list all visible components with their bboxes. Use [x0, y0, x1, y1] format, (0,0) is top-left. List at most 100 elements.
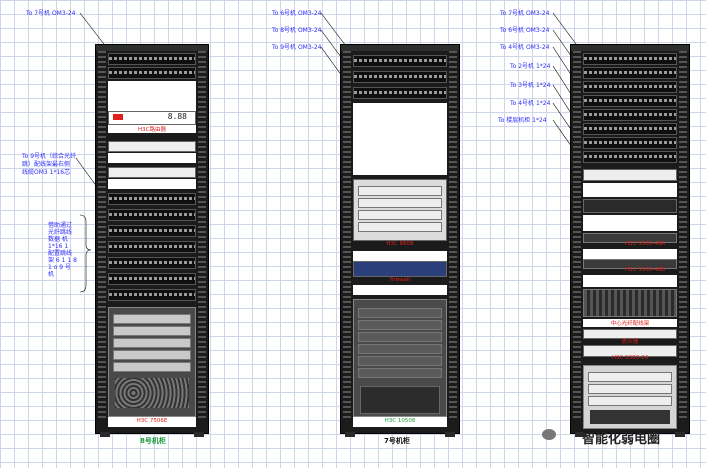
- rack-foot: [445, 432, 455, 437]
- line-card: [358, 308, 442, 318]
- side-note-line: 机: [48, 271, 55, 278]
- rack-right: H3C 5500-48A H3C 5500-48B 中心光纤配线架 防火墙 H3…: [570, 44, 690, 437]
- router-indicator: [113, 114, 123, 120]
- patch-panel: [108, 67, 196, 79]
- core-switch-chassis: [108, 307, 196, 417]
- label-r1-to4b: To 4号机 1*24: [510, 100, 551, 107]
- line-card: [358, 210, 442, 220]
- patch-panel: [353, 71, 447, 83]
- line-card: [588, 396, 672, 406]
- rack-rail: [198, 51, 206, 419]
- patch-panel: [353, 55, 447, 67]
- patch-panel: [108, 193, 196, 205]
- side-note-line: 光纤跳线: [48, 229, 73, 236]
- patch-panel: [108, 209, 196, 221]
- router-label: 防火墙: [621, 339, 639, 345]
- blank-panel: [108, 179, 196, 189]
- line-card: [113, 362, 191, 372]
- label-r1-to4: To 4号机 OM3-24: [500, 44, 550, 51]
- rack-foot: [194, 432, 204, 437]
- watermark-text: 智能化弱电圈: [582, 432, 661, 447]
- label-r7-to9: To 9号机 OM3-24: [272, 44, 322, 51]
- blank-panel: [583, 215, 677, 231]
- rack-rail: [343, 51, 351, 419]
- switch-6608-label: H3C 6608: [386, 241, 414, 247]
- line-card: [358, 320, 442, 330]
- chassis-device: [583, 365, 677, 429]
- line-card: [358, 344, 442, 354]
- switch-1u: [583, 169, 677, 181]
- label-r1-to6: To 6号机 OM3-24: [500, 27, 550, 34]
- switch-5300-label: H3C 5300-24: [611, 355, 649, 361]
- patch-panel: [108, 289, 196, 301]
- blank-panel: [583, 183, 677, 197]
- rack-7-caption: 7号机柜: [384, 437, 410, 445]
- rack-foot: [675, 432, 685, 437]
- blank-panel: [583, 275, 677, 287]
- line-card: [113, 314, 191, 324]
- line-card: [358, 198, 442, 208]
- switch-label: H3C 7506E: [136, 418, 168, 424]
- line-card: [358, 332, 442, 342]
- patch-panel: [353, 87, 447, 99]
- rack-top: [341, 45, 459, 51]
- line-card: [358, 368, 442, 378]
- rack-top: [571, 45, 689, 51]
- rack-rail: [679, 51, 687, 419]
- switch-6608: [353, 179, 447, 241]
- firewall-device: [353, 261, 447, 277]
- label-r8-to9-line3: 线缆OM3 1*16芯: [22, 169, 71, 176]
- server-device: [583, 199, 677, 213]
- router-device: 8.88: [108, 111, 196, 125]
- patch-panel: [108, 257, 196, 269]
- patch-panel: [583, 123, 677, 135]
- label-r8-to9-line2: 跳）配线架最右侧: [22, 161, 71, 168]
- switch-5500-48a-label: H3C 5500-48A: [625, 241, 665, 247]
- blank-panel: [353, 103, 447, 175]
- core-switch-10508: [353, 299, 447, 417]
- label-r7-to6: To 6号机 OM3-24: [272, 10, 322, 17]
- blank-panel: [108, 153, 196, 163]
- switch-10508-label: H3C 10508: [384, 418, 416, 424]
- switch-label-plate: H3C 7506E: [108, 417, 196, 427]
- router-display: 8.88: [167, 112, 187, 121]
- router-label: H3C路由器: [138, 127, 166, 133]
- switch-label-plate: H3C 10508: [353, 417, 447, 427]
- side-note-line: 1 o 9 号: [48, 264, 72, 271]
- blank-panel: [353, 285, 447, 295]
- patch-panel: [108, 273, 196, 285]
- line-card: [113, 338, 191, 348]
- wechat-icon: [542, 429, 556, 440]
- side-note-line: 数据 机: [48, 236, 68, 243]
- label-r1-to7: To 7号机 OM3-24: [500, 10, 550, 17]
- label-r7-to8: To 8号机 OM3-24: [272, 27, 322, 34]
- label-r1-to2: To 2号机 1*24: [510, 63, 551, 70]
- side-note-line: 架 6 1 1 8: [48, 257, 77, 264]
- rack-foot: [345, 432, 355, 437]
- patch-panel: [583, 151, 677, 163]
- patch-panel: [583, 109, 677, 121]
- side-note: 借助通过 光纤跳线 数据 机 1*16 1 配置跳线 架 6 1 1 8 1 o…: [48, 222, 80, 278]
- fiber-panel-label: 中心光纤配线架: [610, 321, 650, 327]
- label-r8-to9-line1: To 9号机（综合光纤: [22, 153, 77, 160]
- fan-tray: [360, 386, 440, 414]
- odf-panel: [583, 289, 677, 317]
- fan-tray: [115, 378, 189, 408]
- patch-panel: [583, 53, 677, 65]
- switch-5500-48b-label: H3C 5500-48B: [625, 267, 665, 273]
- patch-panel: [108, 225, 196, 237]
- rack-8: 8.88 H3C路由器 H3C 7506E: [95, 44, 209, 437]
- rack-8-caption: 8号机柜: [140, 437, 166, 445]
- line-card: [588, 372, 672, 382]
- label-r1-to3: To 3号机 1*24: [510, 82, 551, 89]
- patch-panel: [583, 137, 677, 149]
- label-r1-to-room: To 楼层机柜 1*24: [498, 117, 547, 124]
- fiber-label-plate: 中心光纤配线架: [583, 319, 677, 327]
- patch-panel: [108, 241, 196, 253]
- patch-panel: [583, 81, 677, 93]
- side-note-line: 1*16 1: [48, 243, 69, 250]
- patch-panel: [108, 53, 196, 65]
- patch-panel: [583, 95, 677, 107]
- line-card: [358, 186, 442, 196]
- side-note-line: 配置跳线: [48, 250, 73, 257]
